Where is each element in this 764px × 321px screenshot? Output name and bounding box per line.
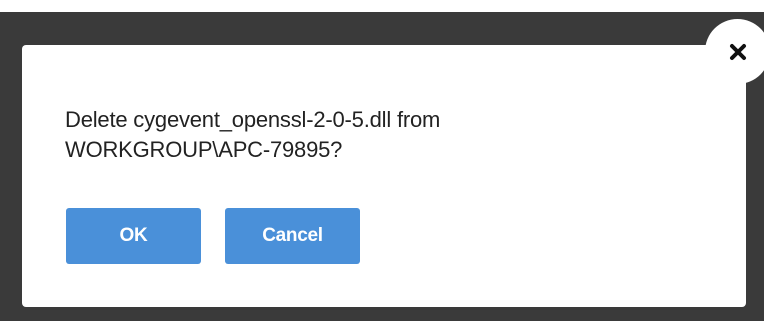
dialog-message-line-2: WORKGROUP\APC-79895? [65,137,343,162]
dialog-message-line-1: Delete cygevent_openssl-2-0-5.dll from [65,107,441,132]
dialog-message: Delete cygevent_openssl-2-0-5.dll from W… [65,105,685,165]
confirm-delete-dialog: Delete cygevent_openssl-2-0-5.dll from W… [22,45,746,307]
ok-button[interactable]: OK [66,208,201,264]
cancel-button[interactable]: Cancel [225,208,360,264]
close-button[interactable] [705,19,764,84]
close-icon [728,42,748,62]
